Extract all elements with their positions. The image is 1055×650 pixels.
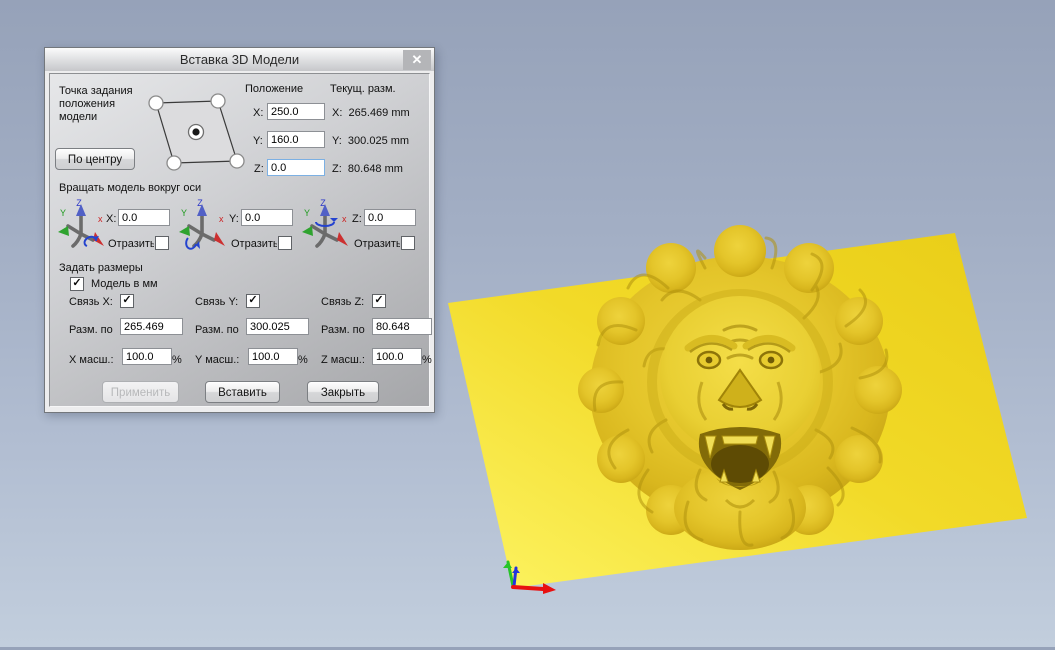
rot-z-input[interactable]	[364, 209, 416, 226]
scale-x-label: X масш.:	[69, 354, 114, 366]
pos-y-label: Y:	[253, 135, 263, 147]
dialog-content: Точка задания положения модели По центру…	[49, 73, 432, 407]
link-y-checkbox[interactable]: ✓	[246, 294, 260, 308]
rot-y-label: Y:	[229, 213, 239, 225]
rot-z-label: Z:	[352, 213, 362, 225]
size-x-label: Разм. по	[69, 324, 113, 336]
center-button[interactable]: По центру	[55, 148, 135, 170]
pos-z-label: Z:	[254, 163, 264, 175]
check-icon: ✓	[122, 294, 132, 306]
cur-y-text: Y: 300.025 mm	[332, 135, 410, 147]
scale-y-input[interactable]	[248, 348, 298, 365]
mirror-z-checkbox[interactable]	[401, 236, 415, 250]
scale-z-label: Z масш.:	[321, 354, 365, 366]
rotate-y-axes-icon: Z Y x	[179, 198, 225, 250]
size-y-label: Разм. по	[195, 324, 239, 336]
position-anchor-widget[interactable]	[140, 88, 250, 178]
close-icon: ✕	[411, 52, 423, 67]
link-z-label: Связь Z:	[321, 296, 365, 308]
size-z-input[interactable]	[372, 318, 432, 335]
check-icon: ✓	[374, 294, 384, 306]
anchor-center-selected	[187, 123, 205, 141]
pos-y-input[interactable]	[267, 131, 325, 148]
mirror-x-label: Отразить	[108, 238, 154, 250]
rot-x-input[interactable]	[118, 209, 170, 226]
check-icon: ✓	[72, 277, 82, 289]
model-mm-label: Модель в мм	[91, 278, 158, 290]
mirror-y-checkbox[interactable]	[278, 236, 292, 250]
mirror-z-label: Отразить	[354, 238, 400, 250]
cur-z-text: Z: 80.648 mm	[332, 163, 403, 175]
sizes-header: Задать размеры	[59, 262, 143, 274]
link-y-label: Связь Y:	[195, 296, 239, 308]
size-y-input[interactable]	[246, 318, 309, 335]
scale-z-input[interactable]	[372, 348, 422, 365]
pos-z-input[interactable]	[267, 159, 325, 176]
close-dialog-button[interactable]: Закрыть	[307, 381, 379, 403]
scale-x-input[interactable]	[122, 348, 172, 365]
y-axis-label: Y	[60, 208, 66, 218]
rotate-x-axes-icon: Z Y x	[58, 198, 104, 248]
insert-3d-model-dialog: Вставка 3D Модели ✕ Точка задания положе…	[44, 47, 435, 413]
link-x-checkbox[interactable]: ✓	[120, 294, 134, 308]
y-axis-label: Y	[181, 208, 187, 218]
mirror-y-label: Отразить	[231, 238, 277, 250]
scale-x-percent: %	[172, 354, 182, 366]
size-x-input[interactable]	[120, 318, 183, 335]
rot-x-label: X:	[106, 213, 117, 225]
scale-z-percent: %	[422, 354, 432, 366]
check-icon: ✓	[248, 294, 258, 306]
anchor-description: Точка задания положения модели	[59, 85, 133, 123]
rotate-z-axes-icon: Z Y x	[302, 198, 348, 248]
position-header: Положение	[245, 83, 304, 95]
dialog-title: Вставка 3D Модели	[179, 52, 300, 67]
close-button[interactable]: ✕	[403, 50, 431, 70]
link-x-label: Связь X:	[69, 296, 113, 308]
x-axis-label: x	[219, 214, 224, 224]
apply-button[interactable]: Применить	[102, 381, 179, 403]
current-size-header: Текущ. разм.	[330, 83, 396, 95]
size-z-label: Разм. по	[321, 324, 365, 336]
dialog-titlebar[interactable]: Вставка 3D Модели ✕	[45, 48, 434, 71]
insert-button[interactable]: Вставить	[205, 381, 280, 403]
x-axis-label: x	[98, 214, 103, 224]
mirror-x-checkbox[interactable]	[155, 236, 169, 250]
scale-y-label: Y масш.:	[195, 354, 240, 366]
pos-x-label: X:	[253, 107, 264, 119]
rot-y-input[interactable]	[241, 209, 293, 226]
rotation-header: Вращать модель вокруг оси	[59, 182, 202, 194]
y-axis-label: Y	[304, 208, 310, 218]
cur-x-text: X: 265.469 mm	[332, 107, 410, 119]
pos-x-input[interactable]	[267, 103, 325, 120]
model-mm-checkbox[interactable]: ✓	[70, 277, 84, 291]
link-z-checkbox[interactable]: ✓	[372, 294, 386, 308]
x-axis-label: x	[342, 214, 347, 224]
scale-y-percent: %	[298, 354, 308, 366]
